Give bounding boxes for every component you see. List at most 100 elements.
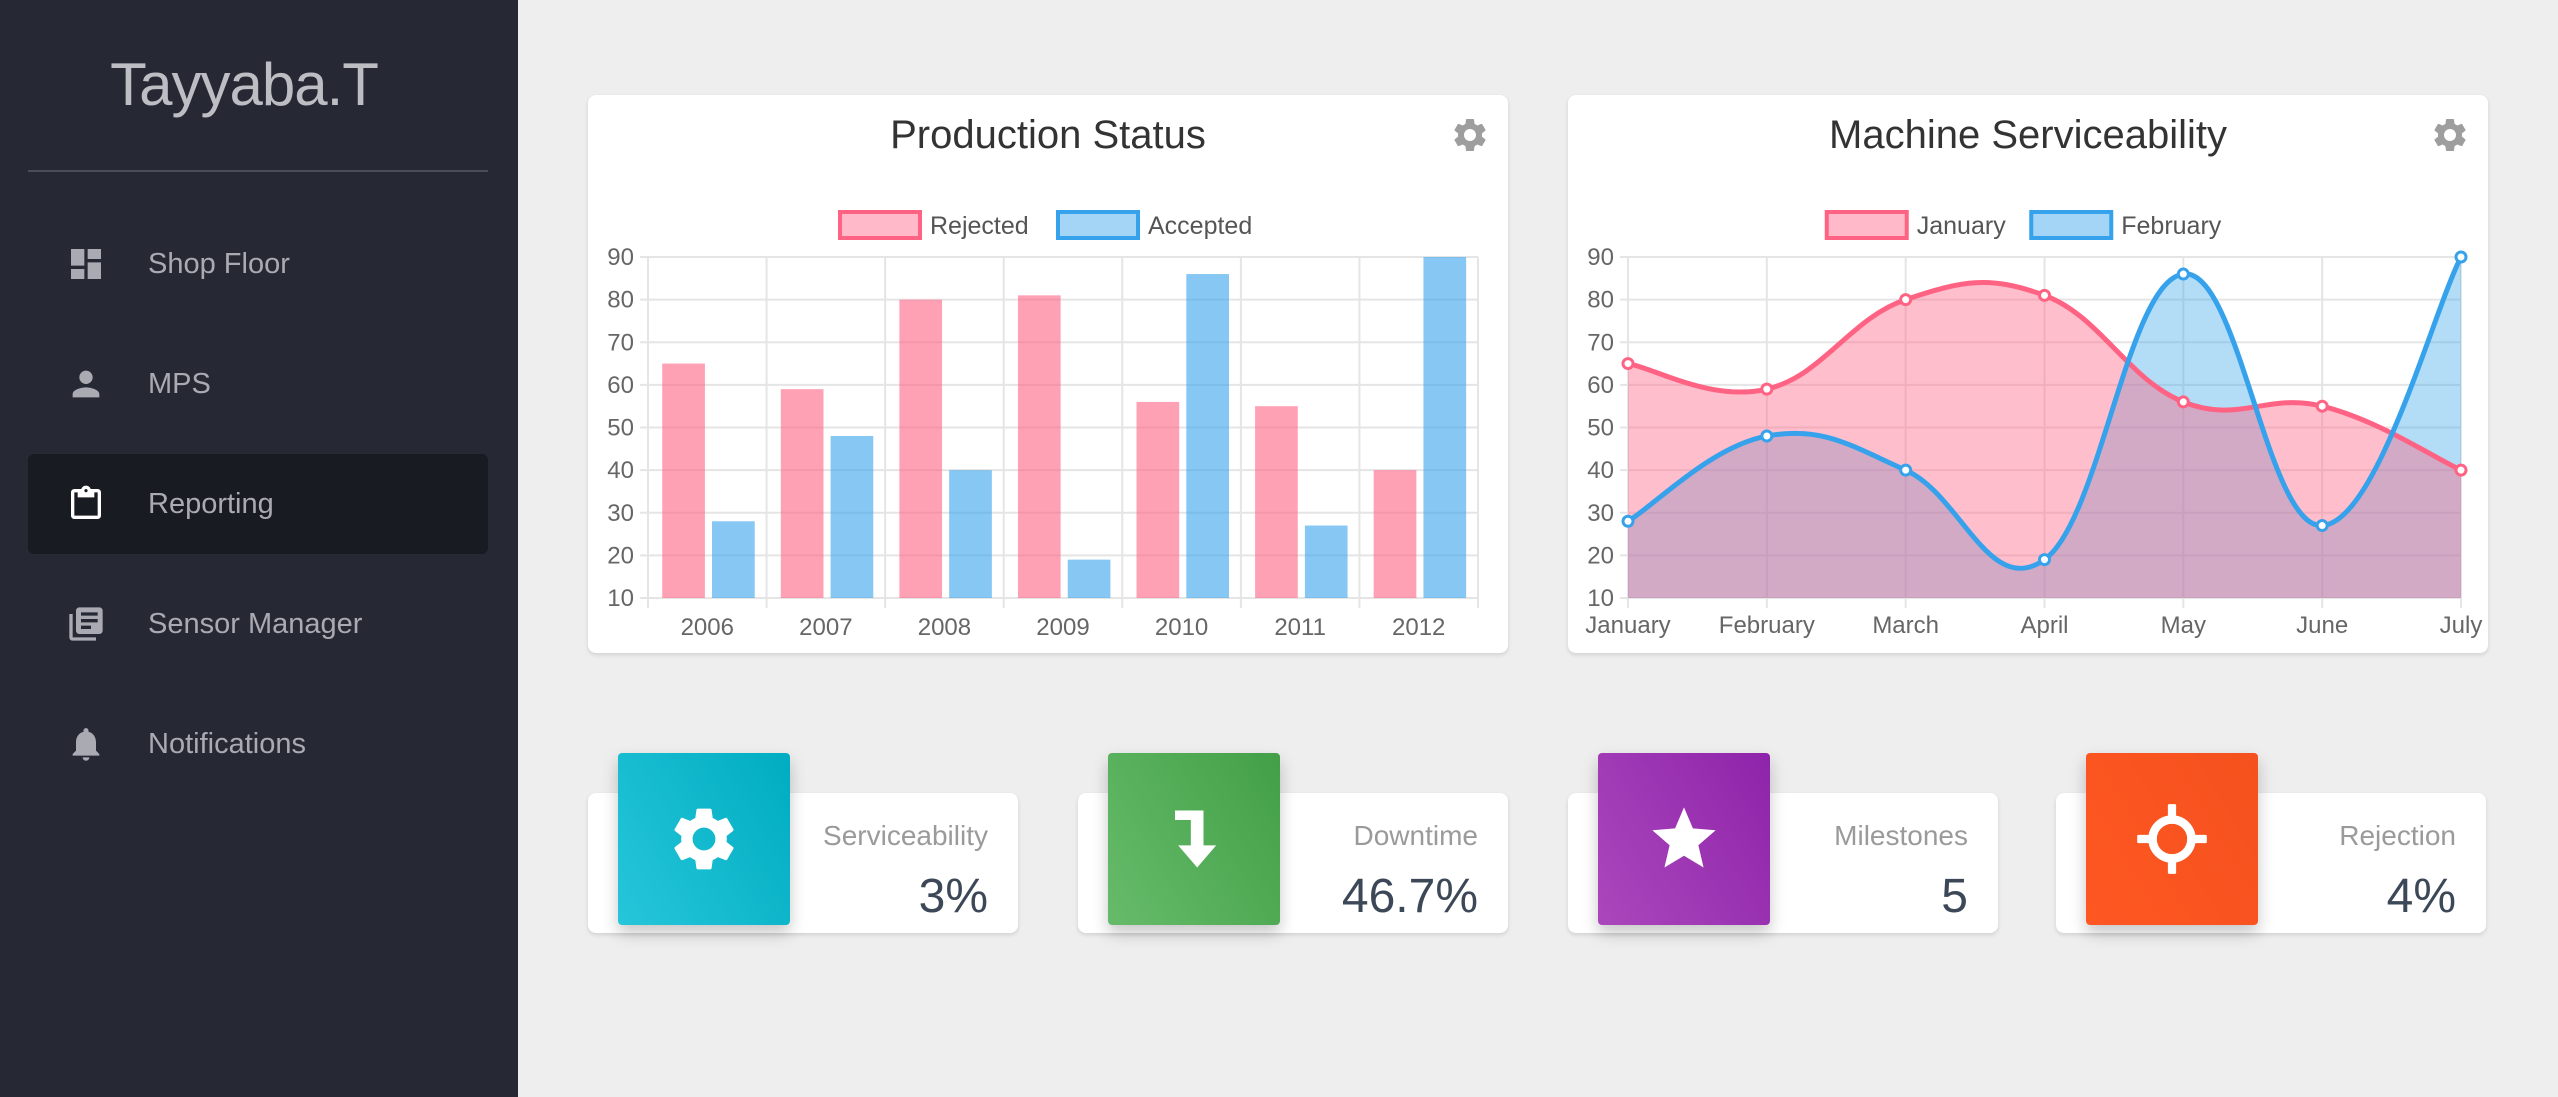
bar — [1373, 470, 1417, 598]
stat-value: 4% — [2386, 870, 2456, 923]
stat-label: Serviceability — [823, 820, 988, 851]
y-tick-label: 30 — [607, 500, 634, 527]
sidebar-item-sensor-manager[interactable]: Sensor Manager — [28, 574, 488, 674]
legend-swatch — [1824, 210, 1909, 240]
bar — [780, 389, 824, 598]
data-point — [1621, 514, 1635, 528]
y-tick-label: 70 — [1587, 329, 1614, 356]
legend-label: February — [2121, 212, 2222, 240]
rejection-stat-card[interactable]: Rejection 4% — [2056, 753, 2486, 933]
legend-label: Rejected — [930, 212, 1029, 240]
gear-icon — [674, 808, 734, 870]
bar — [1136, 401, 1180, 598]
x-tick-label: 2012 — [1392, 614, 1445, 641]
x-tick-label: 2008 — [918, 614, 971, 641]
bar — [1423, 257, 1467, 598]
y-tick-label: 20 — [1587, 542, 1614, 569]
bar — [662, 363, 705, 598]
data-point — [2176, 395, 2190, 409]
person-icon — [66, 364, 106, 404]
machine-serviceability-card: January February 10 20 30 40 50 60 70 80 90 January… — [1568, 95, 2488, 653]
sidebar-item-mps[interactable]: MPS — [28, 334, 488, 434]
x-tick-label: 2006 — [681, 614, 734, 641]
stat-label: Rejection — [2339, 820, 2456, 851]
sidebar-item-label: Sensor Manager — [148, 607, 363, 640]
stat-icon-box — [1108, 753, 1280, 925]
stat-icon-box — [1598, 753, 1770, 925]
y-tick-label: 50 — [607, 415, 634, 442]
bar — [899, 299, 943, 598]
y-tick-label: 40 — [607, 457, 634, 484]
data-point — [1621, 357, 1635, 371]
data-point — [2176, 267, 2190, 281]
bar — [1067, 559, 1111, 598]
production-status-card: Rejected Accepted 10 20 30 40 50 60 70 80 90 2006 20… — [588, 95, 1508, 653]
bell-icon — [66, 724, 106, 764]
stat-icon-box — [2086, 753, 2258, 925]
clipboard-icon — [66, 484, 106, 524]
data-point — [2038, 553, 2051, 567]
legend-label: January — [1917, 212, 2006, 240]
sidebar-item-label: Notifications — [148, 727, 306, 760]
bar — [949, 470, 992, 598]
x-tick-label: April — [2020, 612, 2068, 639]
y-tick-label: 80 — [607, 287, 634, 314]
x-tick-label: 2009 — [1036, 614, 1089, 641]
legend-swatch — [1056, 210, 1140, 240]
downtime-stat-card[interactable]: Downtime 46.7% — [1078, 753, 1508, 933]
bar — [1304, 525, 1348, 598]
bar — [1017, 295, 1061, 598]
legend-swatch — [838, 210, 922, 240]
gear-icon[interactable] — [2430, 115, 2470, 155]
stat-value: 46.7% — [1341, 870, 1478, 923]
data-point — [1760, 429, 1774, 443]
turn-down-arrow-icon — [1175, 810, 1217, 868]
bar — [712, 521, 755, 598]
dashboard-icon — [66, 244, 106, 284]
sidebar-item-label: Reporting — [148, 487, 274, 520]
data-point — [1899, 293, 1913, 307]
machine-serviceability-chart: January February 10 20 30 40 50 60 70 80 90 January… — [1585, 210, 2483, 639]
x-tick-label: 2007 — [799, 614, 852, 641]
y-tick-label: 30 — [1587, 500, 1614, 527]
x-tick-label: 2010 — [1155, 614, 1208, 641]
y-tick-label: 10 — [1587, 585, 1614, 612]
data-point — [1760, 382, 1774, 396]
sidebar: Tayyaba.T Shop Floor MPS Reporting Senso… — [0, 0, 518, 1097]
legend-label: Accepted — [1148, 212, 1252, 240]
chart-title: Production Status — [890, 113, 1206, 157]
library-books-icon — [66, 604, 106, 644]
stat-label: Downtime — [1353, 820, 1478, 851]
milestones-stat-card[interactable]: Milestones 5 — [1568, 753, 1998, 933]
y-tick-label: 70 — [607, 329, 634, 356]
x-tick-label: February — [1719, 612, 1815, 639]
stat-value: 3% — [918, 870, 988, 923]
y-tick-label: 50 — [1587, 415, 1614, 442]
bar — [1186, 274, 1229, 598]
stat-value: 5 — [1941, 870, 1968, 923]
serviceability-stat-card[interactable]: Serviceability 3% — [588, 753, 1018, 933]
data-point — [2038, 288, 2051, 302]
x-tick-label: 2011 — [1274, 614, 1326, 641]
y-tick-label: 40 — [1587, 457, 1614, 484]
data-point — [2454, 250, 2468, 264]
y-tick-label: 20 — [607, 542, 634, 569]
y-tick-label: 90 — [607, 244, 634, 271]
legend-swatch — [2029, 210, 2114, 240]
sidebar-item-reporting[interactable]: Reporting — [28, 454, 488, 554]
x-tick-label: June — [2296, 612, 2348, 639]
x-tick-label: July — [2440, 612, 2483, 639]
stat-icon-box — [618, 753, 790, 925]
production-status-chart: Rejected Accepted 10 20 30 40 50 60 70 80 90 2006 20… — [607, 210, 1479, 641]
sidebar-item-shop-floor[interactable]: Shop Floor — [28, 214, 488, 314]
data-point — [2315, 519, 2329, 533]
x-tick-label: May — [2161, 612, 2206, 639]
bar — [1255, 406, 1298, 598]
bar — [830, 436, 874, 598]
gear-icon[interactable] — [1450, 115, 1490, 155]
y-tick-label: 90 — [1587, 244, 1614, 271]
brand-name[interactable]: Tayyaba.T — [28, 50, 460, 119]
sidebar-item-label: Shop Floor — [148, 247, 290, 280]
data-point — [2454, 463, 2468, 477]
sidebar-item-notifications[interactable]: Notifications — [28, 694, 488, 794]
